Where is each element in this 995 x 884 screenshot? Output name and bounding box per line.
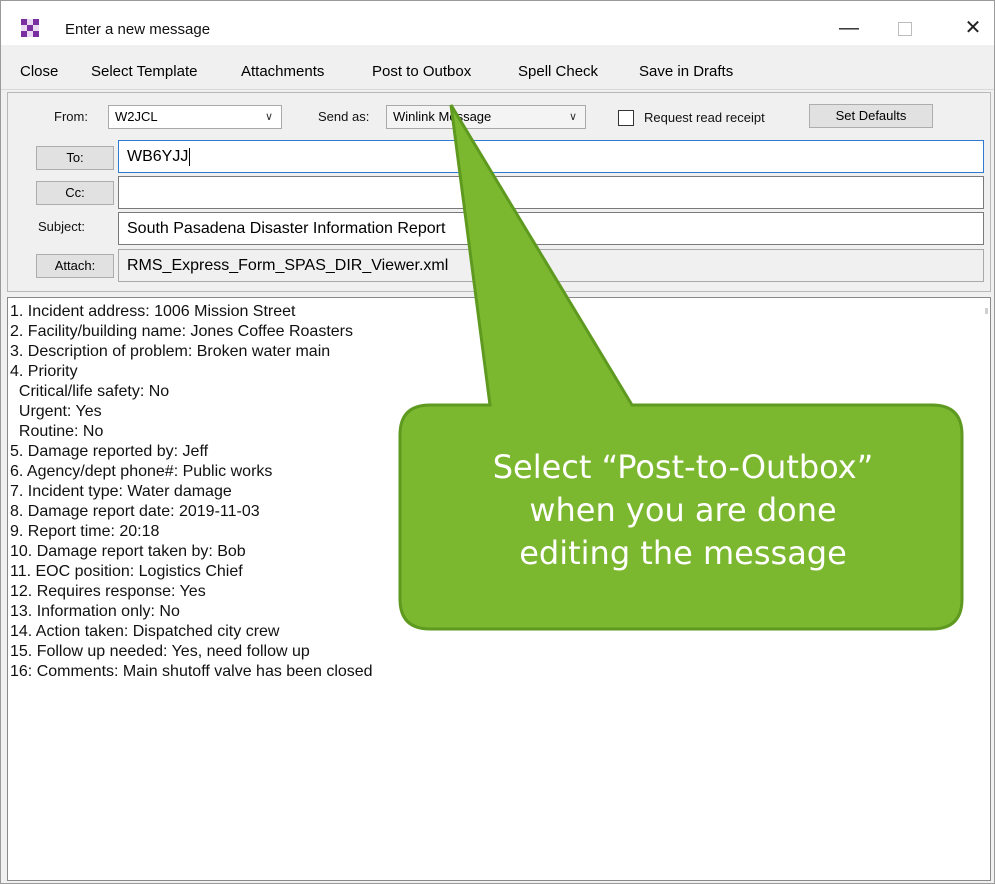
scrollbar[interactable] [985,308,988,314]
callout-line-2: when you are done [529,491,837,529]
from-label: From: [54,109,88,124]
send-as-label: Send as: [318,109,370,124]
message-body[interactable]: 1. Incident address: 1006 Mission Street… [7,297,991,881]
body-line: 7. Incident type: Water damage [10,483,232,500]
from-select[interactable]: W2JCL ∨ [108,105,282,129]
body-line: Routine: No [10,423,104,440]
minimize-button[interactable]: — [829,11,869,45]
app-icon [21,19,39,37]
body-line: 4. Priority [10,363,78,380]
cc-button[interactable]: Cc: [36,181,114,205]
from-value: W2JCL [115,109,158,124]
window-title: Enter a new message [65,21,211,38]
body-line: Urgent: Yes [10,403,102,420]
menu-close[interactable]: Close [20,63,58,80]
body-line: 1. Incident address: 1006 Mission Street [10,303,296,320]
send-as-value: Winlink Message [393,109,492,124]
body-line: 5. Damage reported by: Jeff [10,443,209,460]
menu-bar: Close Select Template Attachments Post t… [1,53,994,90]
body-line: 13. Information only: No [10,603,180,620]
menu-post-to-outbox[interactable]: Post to Outbox [372,63,471,80]
text-caret [189,147,191,166]
maximize-icon [898,21,912,36]
menu-save-in-drafts[interactable]: Save in Drafts [639,63,733,80]
message-window: Enter a new message — ✕ Close Select Tem… [0,0,995,884]
to-value: WB6YJJ [127,148,189,165]
chevron-down-icon: ∨ [264,111,273,123]
close-window-button[interactable]: ✕ [953,11,993,45]
attach-field: RMS_Express_Form_SPAS_DIR_Viewer.xml [118,249,984,282]
body-line: 15. Follow up needed: Yes, need follow u… [10,643,310,660]
attach-button[interactable]: Attach: [36,254,114,278]
body-line: 12. Requires response: Yes [10,583,206,600]
subject-label: Subject: [38,219,85,234]
read-receipt-checkbox[interactable] [618,110,634,126]
body-line: 16: Comments: Main shutoff valve has bee… [10,663,373,680]
callout-line-1: Select “Post-to-Outbox” [492,448,874,486]
body-line: 9. Report time: 20:18 [10,523,160,540]
body-line: 3. Description of problem: Broken water … [10,343,331,360]
subject-field[interactable]: South Pasadena Disaster Information Repo… [118,212,984,245]
callout-line-3: editing the message [519,534,847,572]
read-receipt-label: Request read receipt [644,110,765,125]
body-line: 11. EOC position: Logistics Chief [10,563,243,580]
maximize-button[interactable] [885,11,925,45]
callout-text: Select “Post-to-Outbox” when you are don… [400,446,966,575]
to-field[interactable]: WB6YJJ [118,140,984,173]
body-line: 14. Action taken: Dispatched city crew [10,623,280,640]
message-header: From: W2JCL ∨ Send as: Winlink Message ∨… [7,92,991,292]
body-line: Critical/life safety: No [10,383,170,400]
body-line: 10. Damage report taken by: Bob [10,543,246,560]
menu-spell-check[interactable]: Spell Check [518,63,598,80]
chevron-down-icon: ∨ [568,111,577,123]
menu-attachments[interactable]: Attachments [241,63,324,80]
set-defaults-button[interactable]: Set Defaults [809,104,933,128]
message-body-text: 1. Incident address: 1006 Mission Street… [10,302,373,682]
body-line: 2. Facility/building name: Jones Coffee … [10,323,353,340]
to-button[interactable]: To: [36,146,114,170]
title-bar: Enter a new message — ✕ [1,1,994,45]
send-as-select[interactable]: Winlink Message ∨ [386,105,586,129]
menu-select-template[interactable]: Select Template [91,63,197,80]
body-line: 6. Agency/dept phone#: Public works [10,463,273,480]
cc-field[interactable] [118,176,984,209]
body-line: 8. Damage report date: 2019-11-03 [10,503,260,520]
